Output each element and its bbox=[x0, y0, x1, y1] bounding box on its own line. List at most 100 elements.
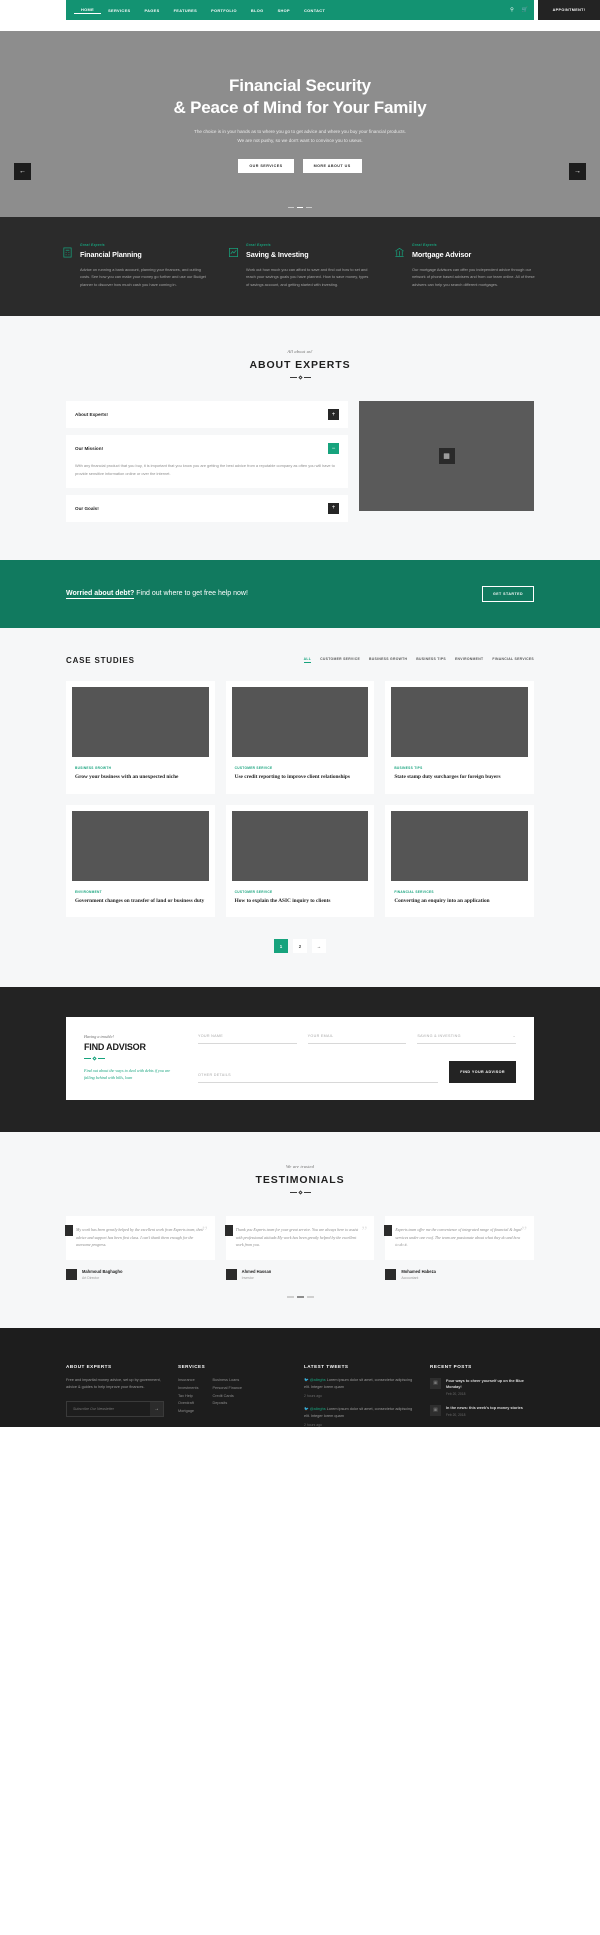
testimonial-dot[interactable] bbox=[306, 1296, 314, 1298]
post-title[interactable]: Four ways to cheer yourself up on the Bl… bbox=[446, 1378, 534, 1390]
service-select[interactable]: SAVING & INVESTING ⌄ bbox=[417, 1034, 517, 1045]
case-card[interactable]: FINANCIAL SERVICES Converting an enquiry… bbox=[385, 804, 534, 918]
page-1-button[interactable]: 1 bbox=[274, 939, 288, 954]
feature-body: Great Experts Financial Planning Advice … bbox=[80, 243, 206, 288]
accordion-item-our-goals[interactable]: Our Goals! + bbox=[66, 494, 348, 522]
footer-link[interactable]: Credit Cards bbox=[212, 1393, 242, 1401]
filter-financial-services[interactable]: FINANCIAL SERVICES bbox=[492, 657, 534, 663]
accordion-item-about-experts[interactable]: About Experts! + bbox=[66, 401, 348, 429]
post-date: Feb 20, 2018 bbox=[446, 1412, 466, 1417]
our-services-button[interactable]: OUR SERVICES bbox=[238, 159, 294, 174]
plus-icon[interactable]: + bbox=[328, 409, 339, 421]
case-meta: BUSINESS GROWTH Grow your business with … bbox=[66, 757, 215, 794]
footer-posts-title: RECENT POSTS bbox=[430, 1363, 472, 1369]
find-your-advisor-button[interactable]: FIND YOUR ADVISOR bbox=[449, 1061, 516, 1084]
nav-actions: ⚲ 🛒 bbox=[510, 7, 534, 13]
case-title[interactable]: Converting an enquiry into an applicatio… bbox=[394, 898, 525, 906]
hero-title-line1: Financial Security bbox=[229, 75, 371, 95]
next-page-arrow-icon[interactable]: → bbox=[312, 939, 326, 954]
testimonial-dots[interactable] bbox=[0, 1296, 600, 1298]
plus-icon[interactable]: + bbox=[328, 502, 339, 514]
case-title[interactable]: State stamp duty surcharges for foreign … bbox=[394, 774, 525, 782]
slider-dot[interactable] bbox=[306, 206, 312, 208]
slider-prev-arrow-icon[interactable]: ← bbox=[14, 163, 31, 180]
tweet-time: 2 hours ago bbox=[304, 1393, 322, 1398]
slider-dot[interactable] bbox=[288, 206, 294, 208]
about-video-thumbnail[interactable]: ▦ bbox=[359, 401, 534, 512]
recent-post-item[interactable]: ▣ Four ways to cheer yourself up on the … bbox=[430, 1377, 534, 1396]
case-title[interactable]: Grow your business with an unexpected ni… bbox=[75, 774, 206, 782]
more-about-us-button[interactable]: MORE ABOUT US bbox=[302, 159, 362, 174]
case-card[interactable]: BUSINESS TIPS State stamp duty surcharge… bbox=[385, 680, 534, 794]
accordion-header[interactable]: About Experts! + bbox=[66, 401, 348, 428]
testimonials-section: We are trusted TESTIMONIALS ” My work ha… bbox=[0, 1132, 600, 1328]
nav-item-blog[interactable]: BLOG bbox=[244, 8, 271, 13]
case-title[interactable]: Government changes on transfer of land o… bbox=[75, 898, 206, 906]
author-name: Mahmoud Baghagho bbox=[82, 1269, 123, 1275]
slider-dot-active[interactable] bbox=[297, 206, 303, 208]
author-role: Art Director bbox=[82, 1275, 100, 1280]
appointment-button[interactable]: APPOINTMENT! bbox=[538, 0, 600, 20]
document-icon: ▣ bbox=[430, 1404, 441, 1416]
footer-link[interactable]: Tax Help bbox=[178, 1393, 198, 1401]
other-details-placeholder: OTHER DETAILS bbox=[198, 1073, 231, 1078]
other-details-input[interactable]: OTHER DETAILS bbox=[198, 1073, 439, 1084]
search-icon[interactable]: ⚲ bbox=[510, 7, 514, 13]
nav-item-services[interactable]: SERVICES bbox=[101, 8, 137, 13]
newsletter-submit-arrow-icon[interactable]: → bbox=[150, 1401, 163, 1416]
cart-icon[interactable]: 🛒 bbox=[522, 7, 528, 13]
recent-post-item[interactable]: ▣ In the news: this week's top money sto… bbox=[430, 1404, 534, 1417]
nav-item-pages[interactable]: PAGES bbox=[137, 8, 166, 13]
testimonial-dot[interactable] bbox=[286, 1296, 294, 1298]
nav-item-home[interactable]: HOME bbox=[74, 7, 102, 14]
filter-business-growth[interactable]: BUSINESS GROWTH bbox=[369, 657, 407, 663]
footer-link[interactable]: Insurance bbox=[178, 1377, 198, 1385]
your-name-input[interactable]: YOUR NAME bbox=[198, 1034, 297, 1045]
nav-item-contact[interactable]: CONTACT bbox=[297, 8, 332, 13]
footer-link[interactable]: Investments bbox=[178, 1385, 198, 1393]
tweet-handle[interactable]: @alleghs bbox=[310, 1378, 326, 1382]
tweet-item: 🐦 @alleghs Lorem ipsum dolor sit amet, c… bbox=[304, 1377, 416, 1398]
chevron-down-icon[interactable]: ⌄ bbox=[513, 1034, 516, 1038]
get-started-button[interactable]: GET STARTED bbox=[481, 585, 534, 602]
quote-badge-icon bbox=[65, 1225, 73, 1237]
slider-dots[interactable] bbox=[288, 206, 312, 208]
accordion-item-our-mission[interactable]: Our Mission! − With any financial produc… bbox=[66, 435, 348, 488]
filter-business-tips[interactable]: BUSINESS TIPS bbox=[416, 657, 446, 663]
filter-environment[interactable]: ENVIRONMENT bbox=[455, 657, 483, 663]
testimonial-dot-active[interactable] bbox=[296, 1296, 304, 1298]
tweet-handle[interactable]: @alleghs bbox=[310, 1407, 326, 1411]
accordion-header[interactable]: Our Mission! − bbox=[66, 435, 348, 462]
filter-all[interactable]: ALL bbox=[303, 657, 312, 664]
accordion-header[interactable]: Our Goals! + bbox=[66, 495, 348, 522]
case-card[interactable]: CUSTOMER SERVICE How to explain the ASIC… bbox=[225, 804, 375, 918]
footer-link[interactable]: Mortgage bbox=[178, 1408, 198, 1416]
quote-badge-icon bbox=[384, 1225, 393, 1237]
navbar: HOME SERVICES PAGES FEATURES PORTFOLIO B… bbox=[66, 0, 600, 20]
slider-next-arrow-icon[interactable]: → bbox=[569, 163, 586, 180]
case-card[interactable]: BUSINESS GROWTH Grow your business with … bbox=[66, 680, 215, 794]
nav-item-features[interactable]: FEATURES bbox=[167, 8, 204, 13]
footer-link[interactable]: Personal Finance bbox=[212, 1385, 242, 1393]
testimonials-grid: ” My work has been greatly helped by the… bbox=[65, 1216, 534, 1261]
advisor-field-row-2: OTHER DETAILS FIND YOUR ADVISOR bbox=[198, 1061, 516, 1084]
nav-item-portfolio[interactable]: PORTFOLIO bbox=[204, 8, 244, 13]
minus-icon[interactable]: − bbox=[328, 443, 339, 455]
case-title[interactable]: Use credit reporting to improve client r… bbox=[235, 774, 366, 782]
footer-link[interactable]: Business Loans bbox=[212, 1377, 242, 1385]
page-2-button[interactable]: 2 bbox=[293, 939, 307, 954]
newsletter-input[interactable] bbox=[67, 1401, 150, 1416]
footer-link[interactable]: Overdraft bbox=[178, 1400, 198, 1408]
filter-customer-service[interactable]: CUSTOMER SERVICE bbox=[320, 657, 360, 663]
case-title[interactable]: How to explain the ASIC inquiry to clien… bbox=[235, 898, 366, 906]
quote-mark-icon: ” bbox=[361, 1223, 368, 1239]
nav-item-shop[interactable]: SHOP bbox=[271, 8, 297, 13]
footer-link[interactable]: Deposits bbox=[212, 1400, 242, 1408]
your-email-input[interactable]: YOUR EMAIL bbox=[307, 1034, 407, 1045]
case-card[interactable]: CUSTOMER SERVICE Use credit reporting to… bbox=[225, 680, 375, 794]
post-title[interactable]: In the news: this week's top money stori… bbox=[446, 1405, 523, 1411]
case-card[interactable]: ENVIRONMENT Government changes on transf… bbox=[66, 804, 215, 918]
about-body: About Experts! + Our Mission! − With any… bbox=[66, 401, 534, 522]
feature-body: Great Experts Mortgage Advisor Our mortg… bbox=[412, 243, 538, 288]
twitter-icon: 🐦 bbox=[304, 1406, 309, 1411]
